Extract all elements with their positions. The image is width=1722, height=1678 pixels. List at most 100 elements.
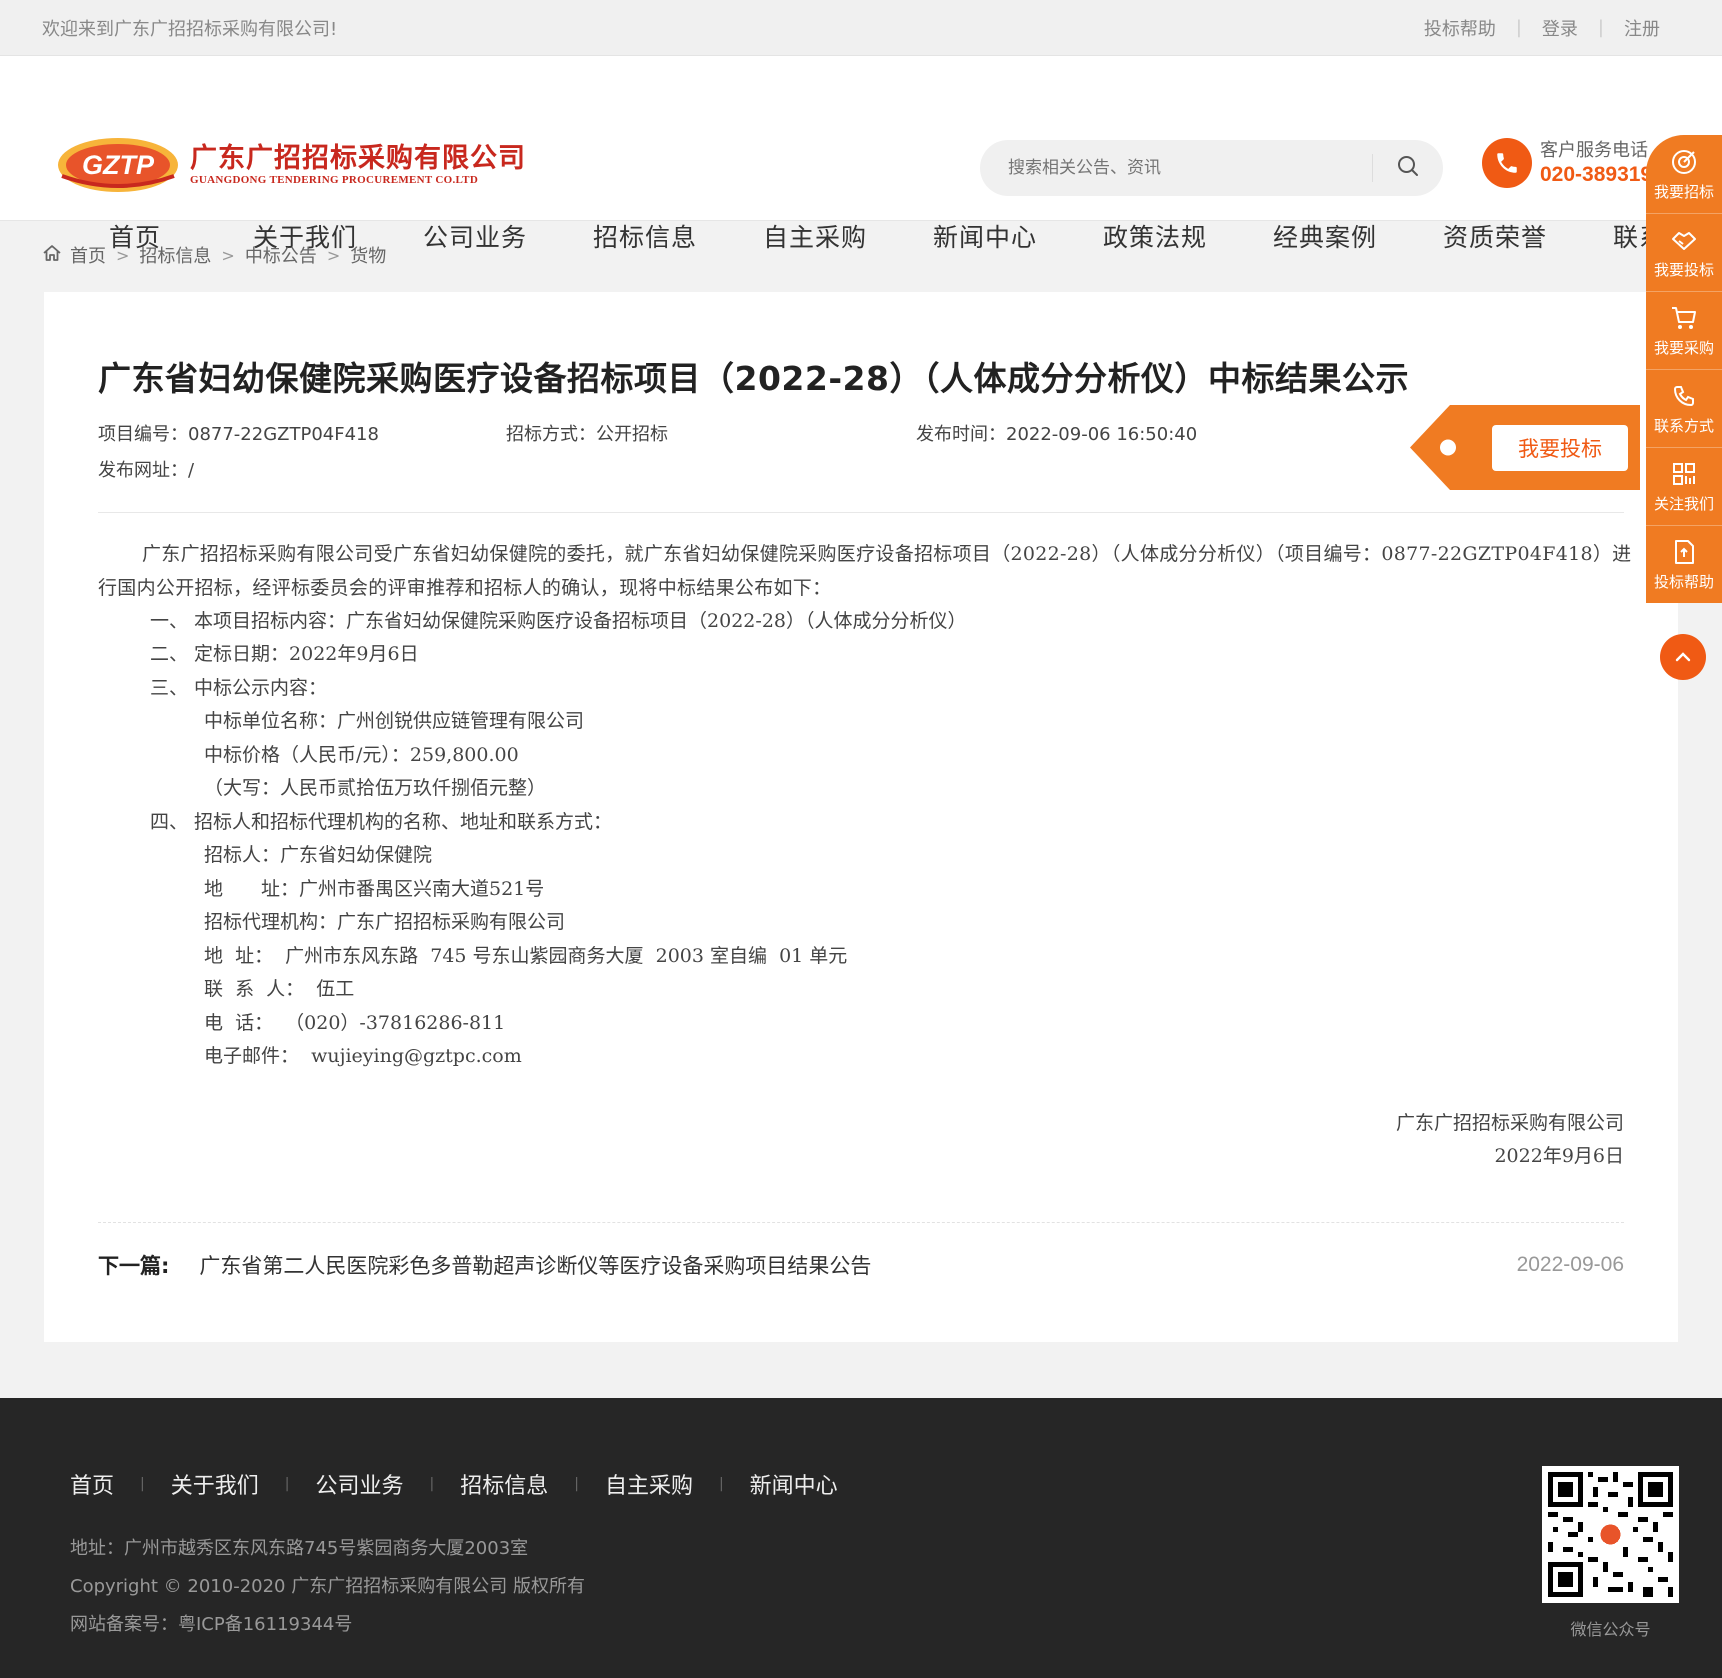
handshake-icon [1672,232,1696,250]
nav-tender-info[interactable]: 招标信息 [560,206,730,270]
footer-copyright: Copyright © 2010-2020 广东广招招标采购有限公司 版权所有 [70,1576,585,1597]
footer-icp[interactable]: 网站备案号：粤ICP备16119344号 [70,1610,352,1636]
bid-button[interactable]: 我要投标 [1492,425,1628,471]
article-line: 地 址：广州市番禺区兴南大道521号 [204,878,545,900]
site-header: GZTP 广东广招招标采购有限公司 GUANGDONG TENDERING PR… [0,56,1722,252]
nav-news[interactable]: 新闻中心 [900,206,1070,270]
chevron-right-icon: > [326,245,341,265]
breadcrumb-home[interactable]: 首页 [70,242,106,268]
top-links: 投标帮助 | 登录 | 注册 [1424,15,1660,41]
footer-address: 地址：广州市越秀区东风东路745号紫园商务大厦2003室 [70,1538,529,1559]
document-icon [1675,540,1694,564]
publish-time: 发布时间：2022-09-06 16:50:40 [916,424,1198,445]
divider: | [429,1476,435,1492]
site-footer: 首页 | 关于我们 | 公司业务 | 招标信息 | 自主采购 | 新闻中心 地址… [0,1398,1722,1678]
article-line: 三、 中标公示内容： [150,677,328,699]
breadcrumb-tender-info[interactable]: 招标信息 [139,242,211,268]
divider: | [574,1476,579,1492]
footer-nav-tender-info[interactable]: 招标信息 [460,1468,548,1500]
footer-nav-business[interactable]: 公司业务 [315,1468,403,1500]
search-input[interactable] [1008,158,1372,178]
phone-icon [1673,386,1694,407]
footer-nav-self-procurement[interactable]: 自主采购 [605,1468,693,1500]
site-logo[interactable]: GZTP 广东广招招标采购有限公司 GUANGDONG TENDERING PR… [56,136,526,194]
next-label: 下一篇: [98,1254,170,1278]
footer-nav-news[interactable]: 新闻中心 [750,1468,838,1500]
sidebar-item-label: 我要采购 [1653,339,1714,357]
project-number: 项目编号：0877-22GZTP04F418 [98,424,379,445]
target-icon [1672,149,1696,174]
sidebar-item-follow[interactable]: 关注我们 [1646,447,1722,525]
wechat-qrcode [1542,1466,1679,1603]
sidebar-item-label: 投标帮助 [1653,573,1714,591]
signature-company: 广东广招招标采购有限公司 [1395,1112,1624,1134]
logo-mark: GZTP [56,136,180,194]
nav-policy[interactable]: 政策法规 [1070,206,1240,270]
article-line: 二、 定标日期：2022年9月6日 [150,643,419,665]
divider: | [718,1476,724,1492]
footer-nav: 首页 | 关于我们 | 公司业务 | 招标信息 | 自主采购 | 新闻中心 [70,1468,838,1500]
search-box [980,140,1443,196]
article-intro: 广东广招招标采购有限公司受广东省妇幼保健院的委托，就广东省妇幼保健院采购医疗设备… [98,543,1632,599]
home-icon [42,243,62,268]
right-sidebar: 我要招标 我要投标 我要采购 联系方式 关注我们 投标帮助 [1646,135,1722,603]
nav-honors[interactable]: 资质荣誉 [1410,206,1580,270]
breadcrumb-award-notice[interactable]: 中标公告 [245,242,317,268]
footer-nav-about[interactable]: 关于我们 [171,1468,259,1500]
chevron-right-icon: > [116,245,130,265]
nav-self-procurement[interactable]: 自主采购 [730,206,900,270]
sidebar-item-tender[interactable]: 我要招标 [1646,135,1722,213]
divider: | [284,1476,290,1492]
article-line: （大写：人民币贰拾伍万玖仟捌佰元整） [204,777,547,799]
sidebar-item-label: 我要招标 [1653,182,1714,201]
back-to-top-button[interactable] [1660,634,1706,680]
sidebar-item-purchase[interactable]: 我要采购 [1646,291,1722,369]
footer-nav-home[interactable]: 首页 [70,1468,114,1500]
chevron-up-icon [1675,652,1691,662]
logo-mark-text: GZTP [82,150,155,180]
article-line: 地 址： 广州市东风东路 745 号东山紫园商务大厦 2003 室自编 01 单… [204,945,848,967]
publish-url: 发布网址：/ [98,460,195,481]
phone-icon [1482,138,1532,188]
qrcode-label: 微信公众号 [1570,1620,1651,1639]
nav-business[interactable]: 公司业务 [390,206,560,270]
article-line: 招标人：广东省妇幼保健院 [204,844,433,866]
sidebar-item-label: 我要投标 [1653,261,1714,279]
sidebar-item-help[interactable]: 投标帮助 [1646,525,1722,603]
signature-date: 2022年9月6日 [1494,1145,1624,1167]
article-line: 电子邮件： wujieying@gztpc.com [204,1045,522,1067]
cart-icon [1672,307,1696,329]
article-line: 电 话： （020）-37816286-811 [204,1012,506,1034]
divider: | [1597,17,1604,38]
article-line: 中标单位名称：广州创锐供应链管理有限公司 [204,710,585,732]
next-article-date: 2022-09-06 [1516,1253,1624,1276]
sidebar-item-label: 联系方式 [1653,417,1714,435]
welcome-text: 欢迎来到广东广招招标采购有限公司! [42,18,338,40]
article-line: 四、 招标人和招标代理机构的名称、地址和联系方式： [150,811,613,833]
top-bar: 欢迎来到广东广招招标采购有限公司! 投标帮助 | 登录 | 注册 [0,0,1722,56]
breadcrumb: 首页 > 招标信息 > 中标公告 > 货物 [42,242,386,268]
logo-name-en: GUANGDONG TENDERING PROCUREMENT CO.LTD [190,174,479,186]
search-icon[interactable] [1397,155,1419,181]
nav-cases[interactable]: 经典案例 [1240,206,1410,270]
next-article-link[interactable]: 广东省第二人民医院彩色多普勒超声诊断仪等医疗设备采购项目结果公告 [199,1250,1516,1280]
breadcrumb-goods[interactable]: 货物 [350,242,386,268]
register-link[interactable]: 注册 [1624,15,1660,41]
next-article: 下一篇: 广东省第二人民医院彩色多普勒超声诊断仪等医疗设备采购项目结果公告 20… [98,1250,1624,1280]
search-divider [1372,154,1373,182]
login-link[interactable]: 登录 [1542,15,1578,41]
divider: | [140,1476,145,1492]
sidebar-item-contact[interactable]: 联系方式 [1646,369,1722,447]
qrcode-icon [1673,463,1695,485]
tender-method: 招标方式：公开招标 [506,424,668,445]
article-line: 招标代理机构：广东广招招标采购有限公司 [204,911,566,933]
sidebar-item-bid[interactable]: 我要投标 [1646,213,1722,291]
bid-floating-tag: 我要投标 [1410,405,1640,490]
divider [98,1222,1624,1223]
help-link[interactable]: 投标帮助 [1424,15,1496,41]
logo-name-cn: 广东广招招标采购有限公司 [190,143,526,174]
article-line: 一、 本项目招标内容：广东省妇幼保健院采购医疗设备招标项目（2022-28）（人… [150,610,967,632]
divider [98,512,1624,513]
divider: | [1515,17,1522,38]
chevron-right-icon: > [221,245,235,265]
